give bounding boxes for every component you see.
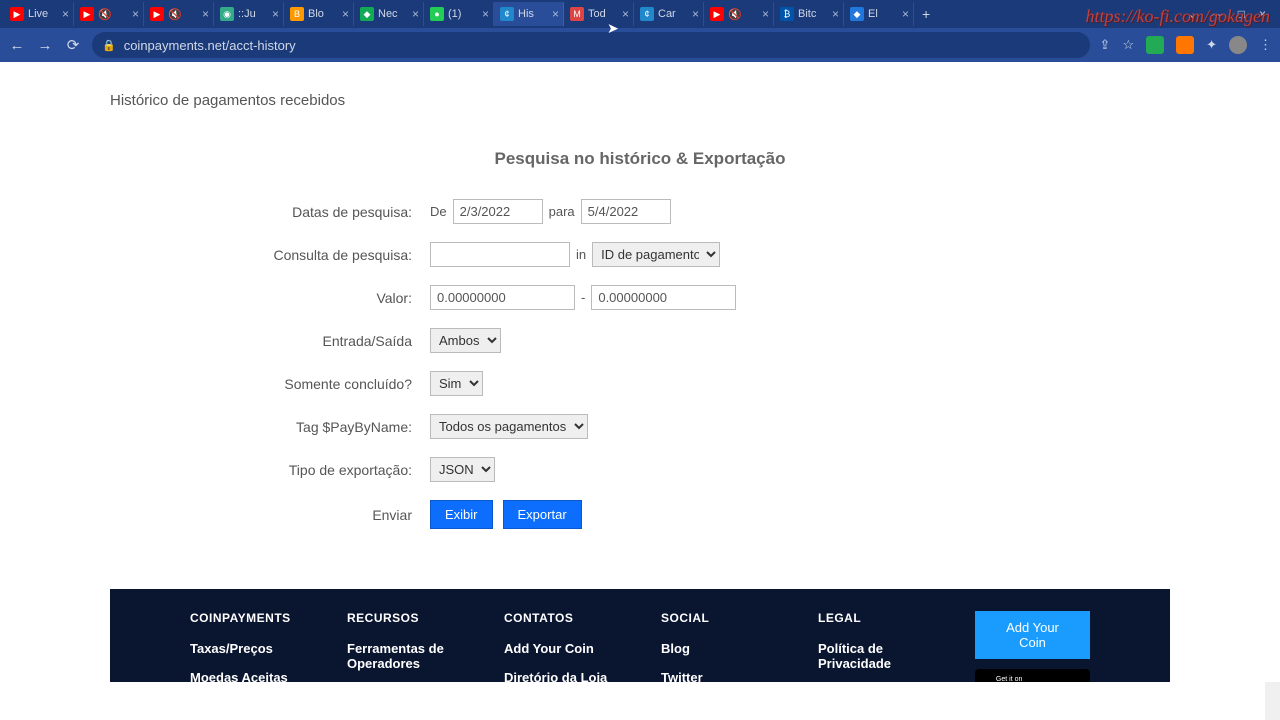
completed-select[interactable]: Sim bbox=[430, 371, 483, 396]
tab-close-icon[interactable]: × bbox=[202, 7, 209, 21]
browser-tab[interactable]: ◆El× bbox=[844, 2, 914, 26]
add-your-coin-button[interactable]: Add Your Coin bbox=[975, 611, 1090, 659]
tab-close-icon[interactable]: × bbox=[832, 7, 839, 21]
extension-icon-1[interactable] bbox=[1146, 36, 1164, 54]
url-text: coinpayments.net/acct-history bbox=[124, 38, 296, 53]
browser-tab[interactable]: ◉::Ju× bbox=[214, 2, 284, 26]
lock-icon: 🔒 bbox=[102, 39, 116, 52]
tab-close-icon[interactable]: × bbox=[762, 7, 769, 21]
browser-tab[interactable]: ¢Car× bbox=[634, 2, 704, 26]
amount-label: Valor: bbox=[110, 290, 430, 306]
tab-close-icon[interactable]: × bbox=[342, 7, 349, 21]
footer-link[interactable]: Twitter bbox=[661, 670, 768, 682]
back-button[interactable]: ← bbox=[8, 37, 26, 54]
share-icon[interactable]: ⇪ bbox=[1100, 37, 1111, 53]
footer-link[interactable]: Add Your Coin bbox=[504, 641, 611, 656]
view-button[interactable]: Exibir bbox=[430, 500, 493, 529]
footer-link[interactable]: Diretório da Loja bbox=[504, 670, 611, 682]
browser-tab[interactable]: ●(1)× bbox=[424, 2, 494, 26]
tab-favicon: B bbox=[290, 7, 304, 21]
browser-tab[interactable]: BBlo× bbox=[284, 2, 354, 26]
browser-tab[interactable]: ¢His× bbox=[494, 2, 564, 26]
extensions-icon[interactable]: ✦ bbox=[1206, 37, 1217, 53]
date-from-input[interactable] bbox=[453, 199, 543, 224]
export-type-select[interactable]: JSON bbox=[430, 457, 495, 482]
in-text: in bbox=[576, 247, 586, 262]
watermark-overlay: https://ko-fi.com/gokagen bbox=[1086, 6, 1270, 27]
reload-button[interactable]: ⟳ bbox=[64, 36, 82, 54]
tag-select[interactable]: Todos os pagamentos bbox=[430, 414, 588, 439]
footer-link[interactable]: Moedas Aceitas bbox=[190, 670, 297, 682]
query-label: Consulta de pesquisa: bbox=[110, 247, 430, 263]
bookmark-icon[interactable]: ☆ bbox=[1122, 37, 1134, 53]
footer-link[interactable]: Blog bbox=[661, 641, 768, 656]
browser-tab[interactable]: ₿Bitc× bbox=[774, 2, 844, 26]
page-heading: Histórico de pagamentos recebidos bbox=[110, 92, 1170, 109]
tab-close-icon[interactable]: × bbox=[132, 7, 139, 21]
tab-favicon: ▶ bbox=[150, 7, 164, 21]
para-text: para bbox=[549, 204, 575, 219]
footer-link[interactable]: Política de Privacidade bbox=[818, 641, 925, 671]
address-bar: ← → ⟳ 🔒 coinpayments.net/acct-history ⇪ … bbox=[0, 28, 1280, 62]
footer-col-heading: LEGAL bbox=[818, 611, 925, 625]
tab-close-icon[interactable]: × bbox=[272, 7, 279, 21]
tab-favicon: ◉ bbox=[220, 7, 234, 21]
tab-favicon: M bbox=[570, 7, 584, 21]
browser-tab[interactable]: ◆Nec× bbox=[354, 2, 424, 26]
tab-close-icon[interactable]: × bbox=[622, 7, 629, 21]
footer-col-heading: CONTATOS bbox=[504, 611, 611, 625]
tab-favicon: ◆ bbox=[850, 7, 864, 21]
new-tab-button[interactable]: + bbox=[914, 6, 938, 22]
tab-close-icon[interactable]: × bbox=[902, 7, 909, 21]
tab-favicon: ▶ bbox=[80, 7, 94, 21]
dash-text: - bbox=[581, 290, 585, 305]
tab-favicon: ▶ bbox=[10, 7, 24, 21]
tab-favicon: ● bbox=[430, 7, 444, 21]
inout-select[interactable]: Ambos bbox=[430, 328, 501, 353]
export-button[interactable]: Exportar bbox=[503, 500, 582, 529]
google-play-badge[interactable]: ▶Get it onGoogle play bbox=[975, 669, 1090, 682]
footer-col-heading: COINPAYMENTS bbox=[190, 611, 297, 625]
tab-favicon: ▶ bbox=[710, 7, 724, 21]
tab-favicon: ¢ bbox=[500, 7, 514, 21]
footer-col-heading: SOCIAL bbox=[661, 611, 768, 625]
url-input[interactable]: 🔒 coinpayments.net/acct-history bbox=[92, 32, 1090, 58]
browser-tab[interactable]: ▶🔇× bbox=[144, 2, 214, 26]
form-title: Pesquisa no histórico & Exportação bbox=[110, 149, 1170, 169]
submit-label: Enviar bbox=[110, 507, 430, 523]
page-footer: COINPAYMENTS Taxas/Preços Moedas Aceitas RE… bbox=[110, 589, 1170, 682]
tab-favicon: ¢ bbox=[640, 7, 654, 21]
profile-avatar[interactable] bbox=[1229, 36, 1247, 54]
inout-label: Entrada/Saída bbox=[110, 333, 430, 349]
menu-icon[interactable]: ⋮ bbox=[1259, 37, 1272, 53]
tag-label: Tag $PayByName: bbox=[110, 419, 430, 435]
browser-tab[interactable]: MTod× bbox=[564, 2, 634, 26]
date-to-input[interactable] bbox=[581, 199, 671, 224]
tab-close-icon[interactable]: × bbox=[692, 7, 699, 21]
page-content: Histórico de pagamentos recebidos Pesqui… bbox=[0, 62, 1280, 682]
tab-close-icon[interactable]: × bbox=[62, 7, 69, 21]
tab-close-icon[interactable]: × bbox=[482, 7, 489, 21]
footer-link[interactable]: Ferramentas de Operadores bbox=[347, 641, 454, 671]
tab-close-icon[interactable]: × bbox=[552, 7, 559, 21]
browser-tab[interactable]: ▶🔇× bbox=[704, 2, 774, 26]
query-field-select[interactable]: ID de pagamento bbox=[592, 242, 720, 267]
tab-close-icon[interactable]: × bbox=[412, 7, 419, 21]
browser-tab[interactable]: ▶🔇× bbox=[74, 2, 144, 26]
dates-label: Datas de pesquisa: bbox=[110, 204, 430, 220]
tab-favicon: ₿ bbox=[780, 7, 794, 21]
completed-label: Somente concluído? bbox=[110, 376, 430, 392]
amount-to-input[interactable] bbox=[591, 285, 736, 310]
forward-button[interactable]: → bbox=[36, 37, 54, 54]
footer-col-heading: RECURSOS bbox=[347, 611, 454, 625]
export-type-label: Tipo de exportação: bbox=[110, 462, 430, 478]
de-text: De bbox=[430, 204, 447, 219]
query-input[interactable] bbox=[430, 242, 570, 267]
footer-link[interactable]: Taxas/Preços bbox=[190, 641, 297, 656]
browser-tab[interactable]: ▶Live× bbox=[4, 2, 74, 26]
tab-favicon: ◆ bbox=[360, 7, 374, 21]
extension-icon-2[interactable] bbox=[1176, 36, 1194, 54]
amount-from-input[interactable] bbox=[430, 285, 575, 310]
